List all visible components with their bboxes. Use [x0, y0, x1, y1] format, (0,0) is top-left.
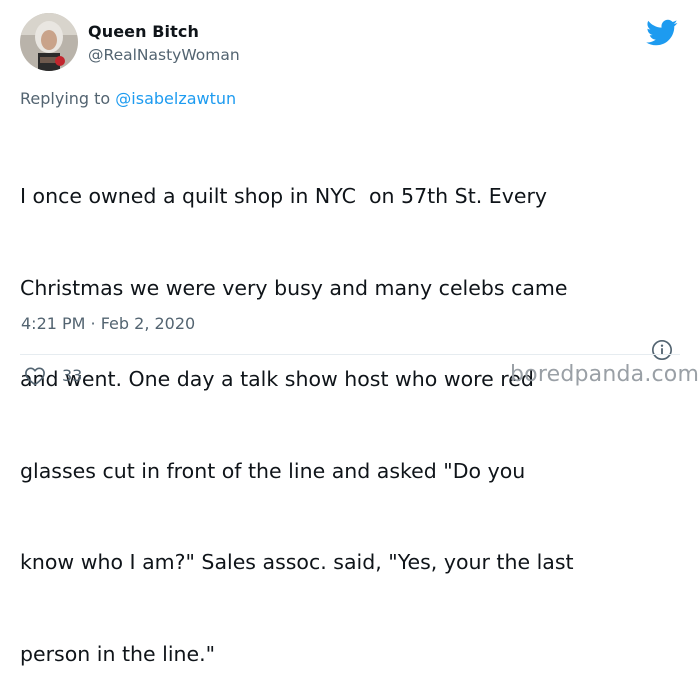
watermark: boredpanda.com — [510, 362, 700, 387]
avatar-image — [20, 13, 78, 71]
like-count: 33 — [62, 366, 83, 385]
tweet-text: I once owned a quilt shop in NYC on 57th… — [20, 120, 690, 700]
user-handle[interactable]: @RealNastyWoman — [88, 46, 240, 64]
heart-icon[interactable] — [24, 366, 46, 386]
tweet-line: glasses cut in front of the line and ask… — [20, 458, 526, 483]
tweet-line: I once owned a quilt shop in NYC on 57th… — [20, 184, 548, 208]
twitter-bird-icon[interactable] — [646, 19, 678, 47]
tweet-line: know who I am?" Sales assoc. said, "Yes,… — [20, 550, 574, 574]
reply-mention-link[interactable]: @isabelzawtun — [115, 89, 236, 108]
tweet-line: person in the line." — [20, 641, 216, 666]
info-icon[interactable] — [651, 339, 673, 361]
display-name[interactable]: Queen Bitch — [88, 22, 199, 41]
avatar[interactable] — [20, 13, 78, 71]
replying-to: Replying to @isabelzawtun — [20, 89, 236, 108]
tweet-line: Christmas we were very busy and many cel… — [20, 275, 568, 300]
replying-to-label: Replying to — [20, 89, 116, 108]
tweet-timestamp[interactable]: 4:21 PM · Feb 2, 2020 — [21, 314, 195, 333]
divider — [20, 354, 680, 355]
